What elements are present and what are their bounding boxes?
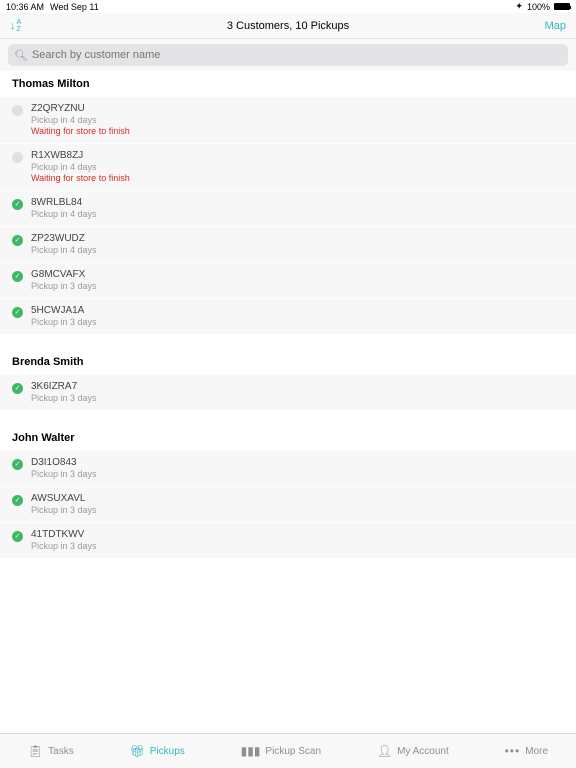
section-gap	[0, 411, 576, 425]
status-ready-icon	[12, 199, 23, 210]
status-bar: 10:36 AM Wed Sep 11 ✦ 100%	[0, 0, 576, 13]
tab-label: Pickups	[150, 746, 185, 757]
sort-arrow-icon: ↓	[10, 20, 16, 32]
person-icon: 👤︎	[377, 744, 392, 758]
section-header: John Walter	[0, 425, 576, 451]
pickup-code: Z2QRYZNU	[31, 103, 564, 114]
pickup-sub: Pickup in 3 days	[31, 281, 564, 291]
pickup-row[interactable]: 3K6IZRA7Pickup in 3 days	[0, 375, 576, 411]
tab-label: My Account	[397, 746, 449, 757]
row-body: 5HCWJA1APickup in 3 days	[31, 305, 564, 327]
nav-header: ↓ AZ 3 Customers, 10 Pickups Map	[0, 13, 576, 39]
search-icon: 🔍︎	[14, 49, 28, 62]
status-ready-icon	[12, 459, 23, 470]
tab-label: Tasks	[48, 746, 74, 757]
pickup-code: 41TDTKWV	[31, 529, 564, 540]
pickup-row[interactable]: AWSUXAVLPickup in 3 days	[0, 487, 576, 523]
row-body: 8WRLBL84Pickup in 4 days	[31, 197, 564, 219]
pickup-sub: Pickup in 4 days	[31, 209, 564, 219]
wifi-icon: ✦	[515, 1, 523, 12]
section-gap	[0, 335, 576, 349]
row-body: D3I1O843Pickup in 3 days	[31, 457, 564, 479]
pickup-row[interactable]: Z2QRYZNUPickup in 4 daysWaiting for stor…	[0, 97, 576, 144]
status-ready-icon	[12, 307, 23, 318]
status-ready-icon	[12, 383, 23, 394]
tab-my-account[interactable]: 👤︎ My Account	[377, 744, 449, 758]
row-body: R1XWB8ZJPickup in 4 daysWaiting for stor…	[31, 150, 564, 183]
gift-icon: 🎁︎	[130, 744, 145, 758]
clipboard-icon: 📋︎	[28, 744, 43, 758]
pickup-row[interactable]: ZP23WUDZPickup in 4 days	[0, 227, 576, 263]
pickup-warning: Waiting for store to finish	[31, 173, 564, 183]
pickup-code: D3I1O843	[31, 457, 564, 468]
pickup-code: G8MCVAFX	[31, 269, 564, 280]
row-body: ZP23WUDZPickup in 4 days	[31, 233, 564, 255]
status-ready-icon	[12, 271, 23, 282]
row-body: G8MCVAFXPickup in 3 days	[31, 269, 564, 291]
search-wrap: 🔍︎	[0, 39, 576, 71]
tab-pickups[interactable]: 🎁︎ Pickups	[130, 744, 185, 758]
row-body: 41TDTKWVPickup in 3 days	[31, 529, 564, 551]
tab-bar: 📋︎ Tasks 🎁︎ Pickups ▮▮▮ Pickup Scan 👤︎ M…	[0, 733, 576, 768]
status-ready-icon	[12, 531, 23, 542]
row-body: 3K6IZRA7Pickup in 3 days	[31, 381, 564, 403]
pickup-list: Thomas MiltonZ2QRYZNUPickup in 4 daysWai…	[0, 71, 576, 559]
row-body: AWSUXAVLPickup in 3 days	[31, 493, 564, 515]
status-ready-icon	[12, 495, 23, 506]
status-date: Wed Sep 11	[50, 2, 99, 12]
pickup-warning: Waiting for store to finish	[31, 126, 564, 136]
status-pending-icon	[12, 105, 23, 116]
pickup-sub: Pickup in 3 days	[31, 317, 564, 327]
pickup-sub: Pickup in 4 days	[31, 162, 564, 172]
tab-tasks[interactable]: 📋︎ Tasks	[28, 744, 74, 758]
pickup-row[interactable]: D3I1O843Pickup in 3 days	[0, 451, 576, 487]
tab-more[interactable]: ••• More	[505, 744, 548, 758]
section-header: Thomas Milton	[0, 71, 576, 97]
battery-pct: 100%	[527, 2, 550, 12]
tab-label: Pickup Scan	[265, 746, 321, 757]
page-title: 3 Customers, 10 Pickups	[227, 20, 349, 32]
search-field[interactable]: 🔍︎	[8, 44, 568, 66]
pickup-row[interactable]: R1XWB8ZJPickup in 4 daysWaiting for stor…	[0, 144, 576, 191]
tab-pickup-scan[interactable]: ▮▮▮ Pickup Scan	[241, 744, 321, 758]
pickup-sub: Pickup in 3 days	[31, 541, 564, 551]
status-time: 10:36 AM	[6, 2, 44, 12]
pickup-sub: Pickup in 3 days	[31, 469, 564, 479]
row-body: Z2QRYZNUPickup in 4 daysWaiting for stor…	[31, 103, 564, 136]
battery-icon	[554, 3, 570, 10]
pickup-row[interactable]: 5HCWJA1APickup in 3 days	[0, 299, 576, 335]
section-header: Brenda Smith	[0, 349, 576, 375]
more-icon: •••	[505, 744, 521, 758]
pickup-code: R1XWB8ZJ	[31, 150, 564, 161]
tab-label: More	[525, 746, 548, 757]
pickup-row[interactable]: G8MCVAFXPickup in 3 days	[0, 263, 576, 299]
pickup-sub: Pickup in 4 days	[31, 115, 564, 125]
pickup-code: 5HCWJA1A	[31, 305, 564, 316]
barcode-icon: ▮▮▮	[241, 744, 261, 758]
pickup-sub: Pickup in 3 days	[31, 505, 564, 515]
pickup-sub: Pickup in 3 days	[31, 393, 564, 403]
status-pending-icon	[12, 152, 23, 163]
pickup-code: 8WRLBL84	[31, 197, 564, 208]
map-button[interactable]: Map	[545, 20, 566, 32]
pickup-code: ZP23WUDZ	[31, 233, 564, 244]
pickup-row[interactable]: 8WRLBL84Pickup in 4 days	[0, 191, 576, 227]
search-input[interactable]	[32, 49, 562, 61]
pickup-row[interactable]: 41TDTKWVPickup in 3 days	[0, 523, 576, 559]
sort-button[interactable]: ↓ AZ	[10, 19, 21, 33]
pickup-sub: Pickup in 4 days	[31, 245, 564, 255]
pickup-code: AWSUXAVL	[31, 493, 564, 504]
status-ready-icon	[12, 235, 23, 246]
pickup-code: 3K6IZRA7	[31, 381, 564, 392]
